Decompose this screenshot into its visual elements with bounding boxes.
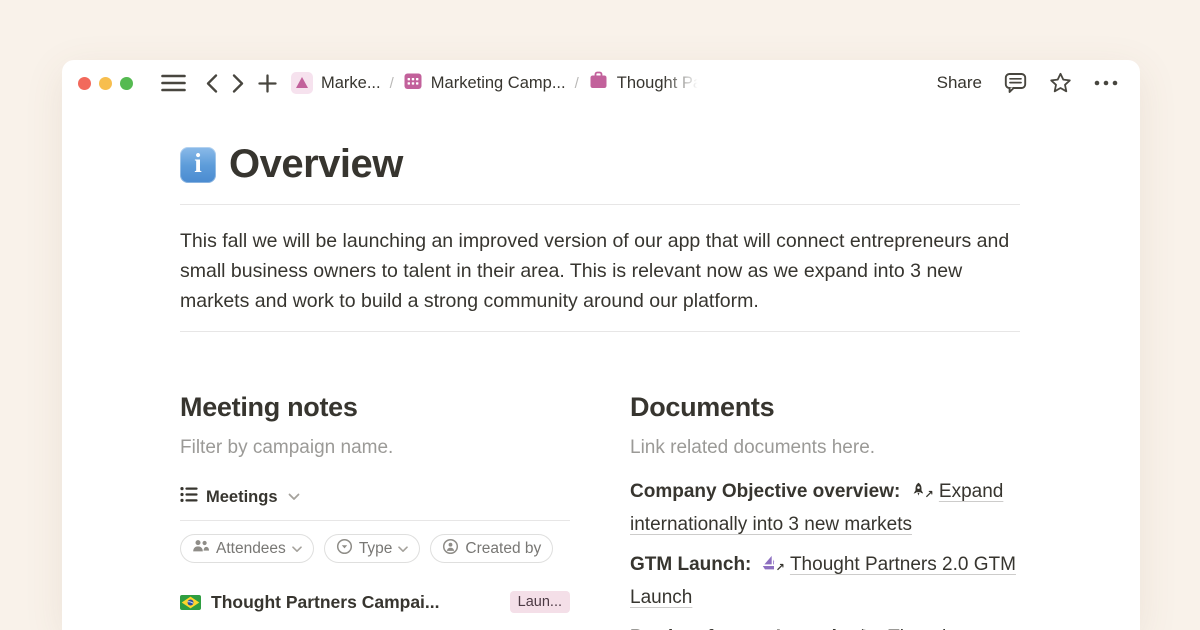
list-item: Product feature Launch: ↗ Thought xyxy=(630,621,1020,630)
people-icon xyxy=(192,538,210,559)
meeting-rows: Thought Partners Campai... Laun... Thoug… xyxy=(180,586,570,630)
minimize-window-button[interactable] xyxy=(99,77,112,90)
chevron-down-icon xyxy=(398,540,408,558)
comment-icon[interactable] xyxy=(1004,72,1027,94)
filter-chip-label: Created by xyxy=(465,540,541,558)
chevron-down-icon xyxy=(292,540,302,558)
page-title-row: i Overview xyxy=(180,142,1020,187)
briefcase-icon xyxy=(588,70,609,96)
page-content: i Overview This fall we will be launchin… xyxy=(180,106,1020,630)
meeting-page-link[interactable]: Thought Partners Campai... xyxy=(211,592,500,613)
rocket-icon: ↗ xyxy=(910,478,931,497)
person-circle-icon xyxy=(442,538,459,560)
divider xyxy=(180,331,1020,332)
status-badge: Laun... xyxy=(510,591,570,613)
link-arrow-icon: ↗ xyxy=(774,562,784,573)
doc-label: Company Objective overview: xyxy=(630,481,900,502)
filter-chip-type[interactable]: Type xyxy=(324,534,421,563)
filter-chip-created-by[interactable]: Created by xyxy=(430,534,553,563)
meetings-view-label: Meetings xyxy=(206,488,278,507)
breadcrumb-item-marketing-hub[interactable]: Marke... xyxy=(291,72,381,94)
documents-column: Documents Link related documents here. C… xyxy=(630,392,1020,630)
triangle-page-icon xyxy=(291,72,313,94)
breadcrumb-separator: / xyxy=(390,75,394,92)
traffic-lights xyxy=(78,77,133,90)
documents-caption: Link related documents here. xyxy=(630,437,1020,459)
more-ellipsis-icon[interactable] xyxy=(1094,80,1118,86)
table-row[interactable]: Thought Partners Campai... Laun... xyxy=(180,586,570,618)
meetings-view-tab[interactable]: Meetings xyxy=(180,486,570,508)
select-circle-icon xyxy=(336,538,353,560)
brazil-flag-icon xyxy=(180,595,201,610)
toolbar-actions: Share xyxy=(937,72,1118,94)
notion-window: Marke... / Marketing Camp... / Thought P… xyxy=(62,60,1140,630)
black-flag-icon: ↗ xyxy=(859,624,880,630)
breadcrumb: Marke... / Marketing Camp... / Thought P… xyxy=(291,70,937,96)
breadcrumb-separator: / xyxy=(575,75,579,92)
star-icon[interactable] xyxy=(1049,72,1072,94)
meeting-notes-column: Meeting notes Filter by campaign name. M… xyxy=(180,392,570,630)
divider xyxy=(180,204,1020,205)
plus-icon[interactable] xyxy=(258,74,277,93)
list-item: Company Objective overview: ↗ Expand int… xyxy=(630,475,1020,541)
zoom-window-button[interactable] xyxy=(120,77,133,90)
document-links: Company Objective overview: ↗ Expand int… xyxy=(630,475,1020,630)
list-view-icon xyxy=(180,486,198,508)
documents-heading: Documents xyxy=(630,392,1020,423)
breadcrumb-item-marketing-campaigns[interactable]: Marketing Camp... xyxy=(403,71,566,96)
share-button[interactable]: Share xyxy=(937,73,982,93)
back-chevron-icon[interactable] xyxy=(206,74,218,93)
filter-chip-row: Attendees Type xyxy=(180,534,570,563)
close-window-button[interactable] xyxy=(78,77,91,90)
filter-chip-label: Attendees xyxy=(216,540,286,558)
breadcrumb-label: Marketing Camp... xyxy=(431,74,566,93)
divider xyxy=(180,520,570,521)
link-arrow-icon: ↗ xyxy=(923,489,933,500)
toolbar: Marke... / Marketing Camp... / Thought P… xyxy=(62,60,1140,106)
info-emoji-icon: i xyxy=(180,147,216,183)
hamburger-menu-icon[interactable] xyxy=(161,74,186,92)
list-item: GTM Launch: ↗ Thought Partners 2.0 GTM L… xyxy=(630,548,1020,614)
forward-chevron-icon[interactable] xyxy=(232,74,244,93)
page-title: Overview xyxy=(229,142,403,187)
meeting-notes-caption: Filter by campaign name. xyxy=(180,437,570,459)
meeting-notes-heading: Meeting notes xyxy=(180,392,570,423)
breadcrumb-item-thought-partners[interactable]: Thought Pa xyxy=(588,70,702,96)
breadcrumb-label: Marke... xyxy=(321,74,381,93)
intro-paragraph: This fall we will be launching an improv… xyxy=(180,226,1020,316)
filter-chip-attendees[interactable]: Attendees xyxy=(180,534,314,563)
filter-chip-label: Type xyxy=(359,540,393,558)
breadcrumb-label: Thought Pa xyxy=(617,74,702,93)
sailboat-icon: ↗ xyxy=(761,551,782,570)
two-column-layout: Meeting notes Filter by campaign name. M… xyxy=(180,392,1020,630)
doc-label: GTM Launch: xyxy=(630,554,751,575)
chevron-down-icon xyxy=(288,488,300,506)
calendar-icon xyxy=(403,71,423,96)
